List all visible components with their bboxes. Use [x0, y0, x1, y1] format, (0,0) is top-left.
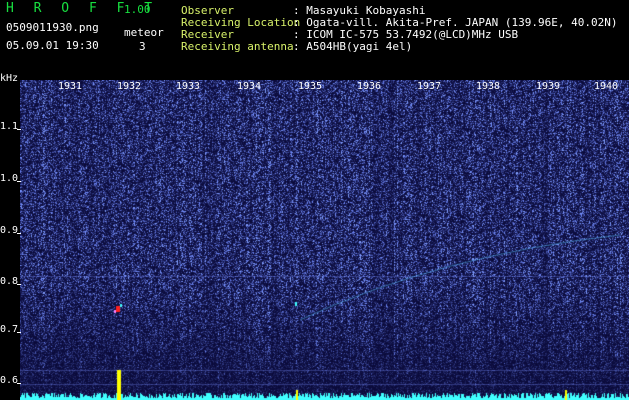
- ytick-mark: [17, 284, 21, 285]
- ytick-mark: [17, 181, 21, 182]
- info-key-antenna: Receiving antenna: [181, 40, 294, 53]
- file-name: 0509011930.png: [6, 21, 99, 34]
- time-label-1935: 1935: [298, 81, 323, 92]
- ytick-mark: [17, 332, 21, 333]
- ytick-label-0-6: 0.6: [0, 375, 19, 386]
- frequency-axis: kHz 1.1 1.0 0.9 0.8 0.7 0.6: [0, 73, 21, 400]
- time-label-1937: 1937: [417, 81, 442, 92]
- info-value-antenna: : A504HB(yagi 4el): [293, 40, 413, 53]
- app-version: 1.00: [124, 3, 151, 16]
- ytick-mark: [17, 129, 21, 130]
- header-panel: H R O F F T 1.00 0509011930.png 05.09.01…: [0, 0, 629, 80]
- time-label-1933: 1933: [176, 81, 201, 92]
- meteor-label: meteor: [124, 26, 164, 39]
- time-label-1932: 1932: [117, 81, 142, 92]
- time-label-1939: 1939: [536, 81, 561, 92]
- ytick-mark: [17, 383, 21, 384]
- ytick-label-1-0: 1.0: [0, 173, 19, 184]
- spectrogram-canvas: [20, 80, 629, 400]
- ytick-label-0-9: 0.9: [0, 225, 19, 236]
- axis-unit-label: kHz: [0, 73, 19, 84]
- time-label-1934: 1934: [237, 81, 262, 92]
- time-label-1940: 1940: [594, 81, 619, 92]
- file-datetime: 05.09.01 19:30: [6, 39, 99, 52]
- ytick-label-0-7: 0.7: [0, 324, 19, 335]
- ytick-label-0-8: 0.8: [0, 276, 19, 287]
- time-label-1936: 1936: [357, 81, 382, 92]
- meteor-count: 3: [139, 40, 146, 53]
- ytick-label-1-1: 1.1: [0, 121, 19, 132]
- time-label-1938: 1938: [476, 81, 501, 92]
- time-label-1931: 1931: [58, 81, 83, 92]
- ytick-mark: [17, 233, 21, 234]
